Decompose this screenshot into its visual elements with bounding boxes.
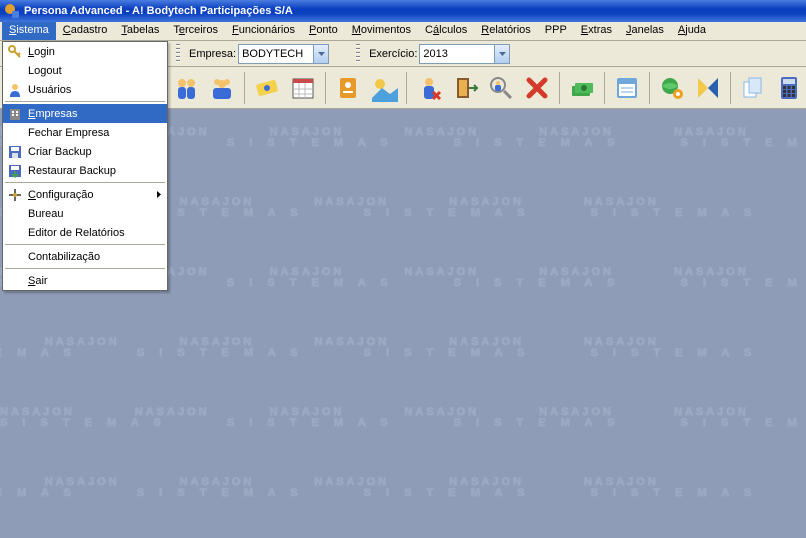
building-icon	[7, 106, 23, 122]
blank-icon	[7, 225, 23, 241]
menu-bar: SistemaCadastroTabelasTerceirosFuncionár…	[0, 22, 806, 41]
menu-item-label: Fechar Empresa	[28, 127, 109, 139]
menu-item-label: Usuários	[28, 84, 71, 96]
menu-movimentos[interactable]: Movimentos	[345, 22, 418, 40]
menu-item-label: Restaurar Backup	[28, 165, 116, 177]
menu-item-label: Sair	[28, 275, 48, 287]
chevron-right-icon	[157, 189, 161, 201]
red-x-button[interactable]	[521, 72, 553, 104]
menu-cadastro[interactable]: Cadastro	[56, 22, 115, 40]
menu-tabelas[interactable]: Tabelas	[114, 22, 166, 40]
toolbar-separator	[406, 72, 407, 104]
menu-terceiros[interactable]: Terceiros	[166, 22, 225, 40]
menu-janelas[interactable]: Janelas	[619, 22, 671, 40]
menu-ajuda[interactable]: Ajuda	[671, 22, 713, 40]
ticket-button[interactable]	[251, 72, 283, 104]
menu-funcionários[interactable]: Funcionários	[225, 22, 302, 40]
menu-separator	[5, 101, 165, 102]
calendar-button[interactable]	[287, 72, 319, 104]
exercicio-input[interactable]	[420, 45, 494, 63]
people-group-2-button[interactable]	[206, 72, 238, 104]
key-icon	[7, 44, 23, 60]
menu-item-usuários[interactable]: Usuários	[3, 80, 167, 99]
menu-cálculos[interactable]: Cálculos	[418, 22, 474, 40]
sun-mountain-button[interactable]	[368, 72, 400, 104]
copy-docs-button[interactable]	[737, 72, 769, 104]
toolbar-separator	[559, 72, 560, 104]
menu-item-label: Bureau	[28, 208, 63, 220]
menu-item-criar-backup[interactable]: Criar Backup	[3, 142, 167, 161]
money-button[interactable]	[566, 72, 598, 104]
menu-item-label: Criar Backup	[28, 146, 92, 158]
user-icon	[7, 82, 23, 98]
restore-icon	[7, 163, 23, 179]
save-icon	[7, 144, 23, 160]
toolbar-separator	[604, 72, 605, 104]
toolbar-separator	[649, 72, 650, 104]
config-icon	[7, 187, 23, 203]
menu-item-login[interactable]: Login	[3, 42, 167, 61]
people-group-1-button[interactable]	[170, 72, 202, 104]
menu-separator	[5, 244, 165, 245]
menu-item-configuração[interactable]: Configuração	[3, 185, 167, 204]
menu-item-editor-de-relatórios[interactable]: Editor de Relatórios	[3, 223, 167, 242]
menu-separator	[5, 268, 165, 269]
exercicio-combo[interactable]	[419, 44, 510, 64]
blank-icon	[7, 206, 23, 222]
toolbar-separator	[325, 72, 326, 104]
title-bar: Persona Advanced - A! Bodytech Participa…	[0, 0, 806, 22]
menu-item-restaurar-backup[interactable]: Restaurar Backup	[3, 161, 167, 180]
app-icon	[4, 3, 20, 19]
menu-item-fechar-empresa[interactable]: Fechar Empresa	[3, 123, 167, 142]
menu-ppp[interactable]: PPP	[538, 22, 574, 40]
search-person-button[interactable]	[485, 72, 517, 104]
menu-item-label: Contabilização	[28, 251, 100, 263]
empresa-label: Empresa:	[189, 48, 236, 60]
sistema-menu: Login Logout Usuários Empresas Fechar Empres…	[2, 41, 168, 291]
blank-icon	[7, 273, 23, 289]
exercicio-label: Exercício:	[369, 48, 417, 60]
menu-item-empresas[interactable]: Empresas	[3, 104, 167, 123]
blank-icon	[7, 249, 23, 265]
empresa-combo[interactable]	[238, 44, 329, 64]
empresa-input[interactable]	[239, 45, 313, 63]
menu-item-sair[interactable]: Sair	[3, 271, 167, 290]
toolbar-separator	[244, 72, 245, 104]
chevron-down-icon[interactable]	[494, 45, 509, 63]
menu-item-label: Login	[28, 46, 55, 58]
menu-item-label: Configuração	[28, 189, 93, 201]
form-button[interactable]	[611, 72, 643, 104]
yellow-blue-x-button[interactable]	[692, 72, 724, 104]
blank-icon	[7, 125, 23, 141]
blank-icon	[7, 63, 23, 79]
chevron-down-icon[interactable]	[313, 45, 328, 63]
person-red-button[interactable]	[413, 72, 445, 104]
menu-item-logout[interactable]: Logout	[3, 61, 167, 80]
menu-ponto[interactable]: Ponto	[302, 22, 345, 40]
menu-item-label: Empresas	[28, 108, 78, 120]
badge-button[interactable]	[332, 72, 364, 104]
menu-relatórios[interactable]: Relatórios	[474, 22, 538, 40]
toolbar-grip	[356, 44, 360, 64]
menu-item-bureau[interactable]: Bureau	[3, 204, 167, 223]
calculator-button[interactable]	[773, 72, 805, 104]
menu-item-label: Logout	[28, 65, 62, 77]
toolbar-separator	[730, 72, 731, 104]
menu-sistema[interactable]: Sistema	[2, 22, 56, 40]
window-title: Persona Advanced - A! Bodytech Participa…	[24, 5, 293, 17]
menu-item-label: Editor de Relatórios	[28, 227, 125, 239]
menu-separator	[5, 182, 165, 183]
globe-gear-button[interactable]	[656, 72, 688, 104]
menu-extras[interactable]: Extras	[574, 22, 619, 40]
menu-item-contabilização[interactable]: Contabilização	[3, 247, 167, 266]
door-exit-button[interactable]	[449, 72, 481, 104]
toolbar-grip	[176, 44, 180, 64]
